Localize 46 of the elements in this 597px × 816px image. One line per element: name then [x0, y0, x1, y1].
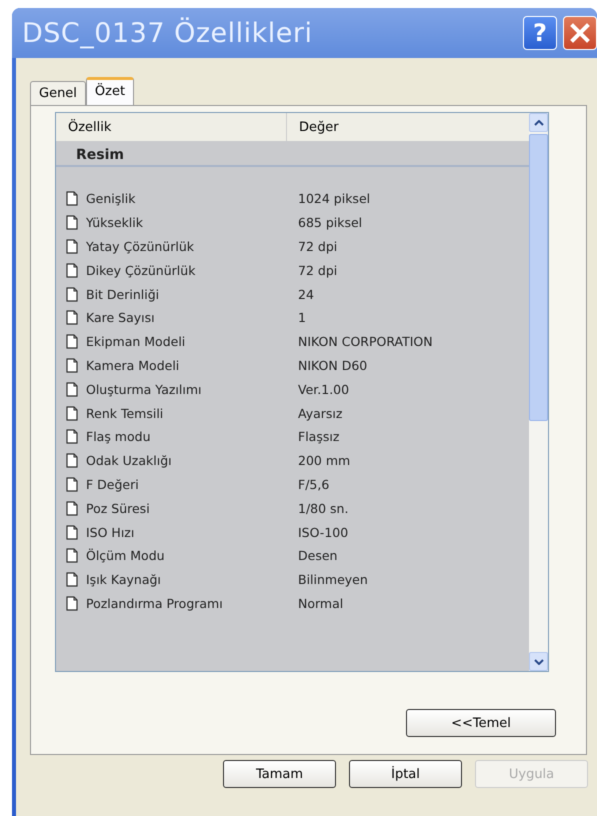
property-value: 1/80 sn.: [297, 500, 348, 516]
property-value: Desen: [297, 548, 338, 564]
property-name: Renk Temsili: [86, 406, 164, 421]
dialog-button[interactable]: İptal: [349, 760, 462, 788]
property-value: 72 dpi: [297, 238, 338, 254]
property-value: Bilinmeyen: [297, 572, 368, 588]
tab[interactable]: Özet: [86, 77, 134, 105]
property-name: Işık Kaynağı: [86, 572, 162, 588]
column-header[interactable]: Özellik: [56, 113, 287, 141]
basic-view-button[interactable]: <<Temel: [406, 709, 556, 737]
property-name: Yükseklik: [86, 215, 144, 230]
help-button[interactable]: ?: [523, 16, 557, 50]
property-value: NIKON CORPORATION: [297, 334, 433, 350]
property-name: Ölçüm Modu: [86, 548, 166, 564]
property-name: Flaş modu: [86, 429, 152, 444]
property-name: Kare Sayısı: [86, 310, 156, 326]
property-name: Kamera Modeli: [86, 358, 180, 373]
property-value: NIKON D60: [297, 358, 368, 373]
property-name: Oluşturma Yazılımı: [86, 382, 203, 397]
property-name: Dikey Çözünürlük: [86, 262, 196, 278]
property-name: Ekipman Modeli: [86, 334, 186, 350]
property-name: Poz Süresi: [86, 500, 151, 516]
property-value: Normal: [297, 596, 344, 611]
property-value: 24: [297, 286, 314, 302]
tab[interactable]: Genel: [30, 81, 86, 105]
property-value: 685 piksel: [297, 215, 362, 230]
property-name: Pozlandırma Programı: [86, 596, 224, 611]
property-value: F/5,6: [297, 476, 330, 492]
dialog-button[interactable]: Tamam: [223, 760, 336, 788]
window-title: DSC_0137 Özellikleri: [22, 18, 312, 48]
property-value: Ver.1.00: [297, 382, 350, 397]
property-value: ISO-100: [297, 524, 348, 540]
property-value: Flaşsız: [297, 429, 340, 444]
property-value: 200 mm: [297, 453, 350, 468]
property-name: Genişlik: [86, 191, 136, 206]
property-value: 72 dpi: [297, 262, 338, 278]
property-name: Yatay Çözünürlük: [86, 238, 195, 254]
column-header[interactable]: Değer: [287, 113, 339, 141]
property-value: 1: [297, 310, 306, 326]
property-value: 1024 piksel: [297, 191, 370, 206]
property-name: Odak Uzaklığı: [86, 453, 173, 468]
property-name: ISO Hızı: [86, 524, 136, 540]
property-name: Bit Derinliği: [86, 286, 160, 302]
property-value: Ayarsız: [297, 406, 342, 421]
property-name: F Değeri: [86, 476, 140, 492]
group-header: Resim: [56, 141, 529, 167]
